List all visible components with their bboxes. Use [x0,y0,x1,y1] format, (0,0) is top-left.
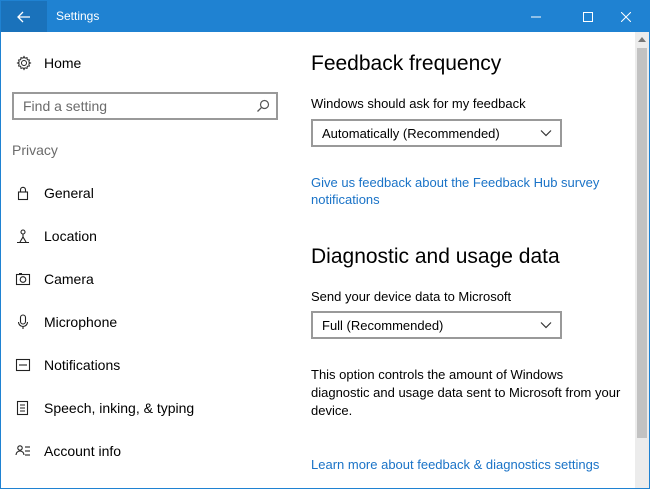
sidebar-item-label: Speech, inking, & typing [44,400,195,416]
back-button[interactable] [1,1,47,32]
search-input[interactable] [14,94,254,118]
sidebar-item-general[interactable]: General [1,176,291,210]
diagnostic-data-value: Full (Recommended) [322,318,444,333]
notifications-icon [15,358,31,372]
scroll-thumb[interactable] [637,48,647,438]
sidebar-item-label: Location [44,228,97,244]
section-label-privacy: Privacy [12,142,58,158]
scroll-up-arrow-icon [638,37,646,42]
sidebar-item-location[interactable]: Location [1,219,291,253]
sidebar-item-label: Camera [44,271,94,287]
settings-window: Settings Home Privacy [0,0,650,489]
back-arrow-icon [17,11,30,22]
learn-more-link[interactable]: Learn more about feedback & diagnostics … [311,456,621,473]
search-box[interactable] [12,92,278,120]
main-content: Feedback frequency Windows should ask fo… [291,32,635,488]
minimize-button[interactable] [513,1,559,32]
minimize-icon [531,16,541,17]
sidebar-item-camera[interactable]: Camera [1,262,291,296]
sidebar-item-label: Account info [44,443,122,459]
sidebar-item-notifications[interactable]: Notifications [1,348,291,382]
sidebar-item-home-label: Home [44,55,82,71]
sidebar-item-label: General [44,185,94,201]
location-person-icon [17,229,29,244]
diagnostic-description: This option controls the amount of Windo… [311,367,621,418]
title-bar: Settings [1,1,649,32]
feedback-frequency-heading: Feedback frequency [311,52,502,75]
sidebar-item-speech[interactable]: Speech, inking, & typing [1,391,291,425]
sidebar-item-microphone[interactable]: Microphone [1,305,291,339]
chevron-down-icon [540,322,552,329]
feedback-frequency-label: Windows should ask for my feedback [311,96,526,111]
feedback-hub-survey-link[interactable]: Give us feedback about the Feedback Hub … [311,174,621,208]
sidebar-item-label: Microphone [44,314,118,330]
camera-icon [15,273,31,286]
sidebar-item-label: Notifications [44,357,121,373]
scroll-up-button[interactable] [635,32,649,46]
search-icon[interactable] [256,99,270,113]
vertical-scrollbar[interactable] [635,32,649,488]
close-button[interactable] [603,1,649,32]
microphone-icon [17,314,29,329]
maximize-icon [583,11,593,22]
sidebar-item-home[interactable]: Home [1,48,291,78]
sidebar: Home Privacy General Location [1,32,291,488]
close-icon [621,11,631,22]
window-title: Settings [56,9,100,23]
chevron-down-icon [540,130,552,137]
diagnostic-data-label: Send your device data to Microsoft [311,289,512,304]
diagnostic-usage-heading: Diagnostic and usage data [311,245,560,268]
diagnostic-data-dropdown[interactable]: Full (Recommended) [311,311,562,339]
feedback-frequency-dropdown[interactable]: Automatically (Recommended) [311,119,562,147]
sidebar-item-account-info[interactable]: Account info [1,434,291,468]
speech-document-icon [16,400,29,416]
gear-icon [16,55,32,71]
lock-icon [17,186,29,201]
feedback-frequency-value: Automatically (Recommended) [322,126,500,141]
account-info-icon [15,445,30,456]
